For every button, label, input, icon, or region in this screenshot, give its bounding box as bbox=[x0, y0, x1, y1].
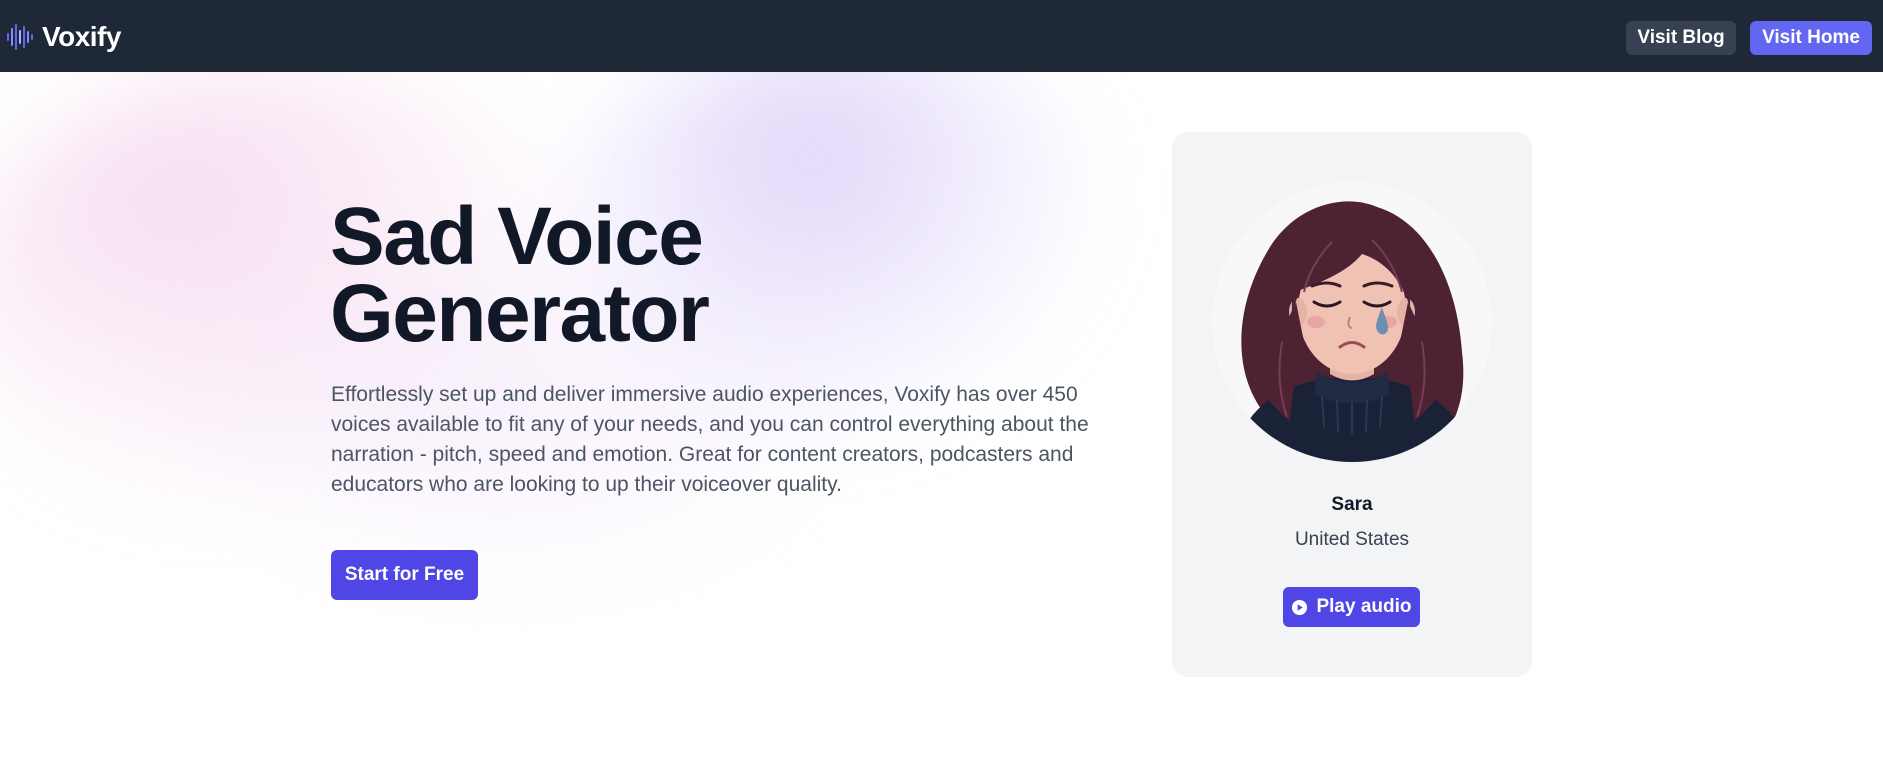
sad-woman-illustration bbox=[1232, 201, 1474, 462]
play-circle-icon bbox=[1292, 599, 1308, 615]
title-line-2: Generator bbox=[330, 268, 710, 359]
play-audio-label: Play audio bbox=[1316, 596, 1412, 617]
sad-woman-avatar bbox=[1212, 182, 1492, 462]
soundwave-icon bbox=[7, 24, 33, 50]
voice-country: United States bbox=[1294, 529, 1410, 550]
page-title: Sad Voice Generator bbox=[330, 196, 970, 355]
brand-name: Voxify bbox=[42, 21, 121, 52]
voice-card: Sara United States Play audio bbox=[1172, 132, 1532, 677]
visit-blog-button[interactable]: Visit Blog bbox=[1626, 21, 1736, 55]
brand-logo[interactable]: Voxify bbox=[6, 20, 121, 54]
voice-name: Sara bbox=[1331, 494, 1373, 515]
visit-home-button[interactable]: Visit Home bbox=[1750, 21, 1872, 55]
play-audio-button[interactable]: Play audio bbox=[1283, 587, 1420, 627]
start-for-free-button[interactable]: Start for Free bbox=[331, 550, 478, 600]
hero-description: Effortlessly set up and deliver immersiv… bbox=[331, 383, 1089, 496]
top-navbar: Voxify Visit Blog Visit Home bbox=[0, 0, 1883, 72]
